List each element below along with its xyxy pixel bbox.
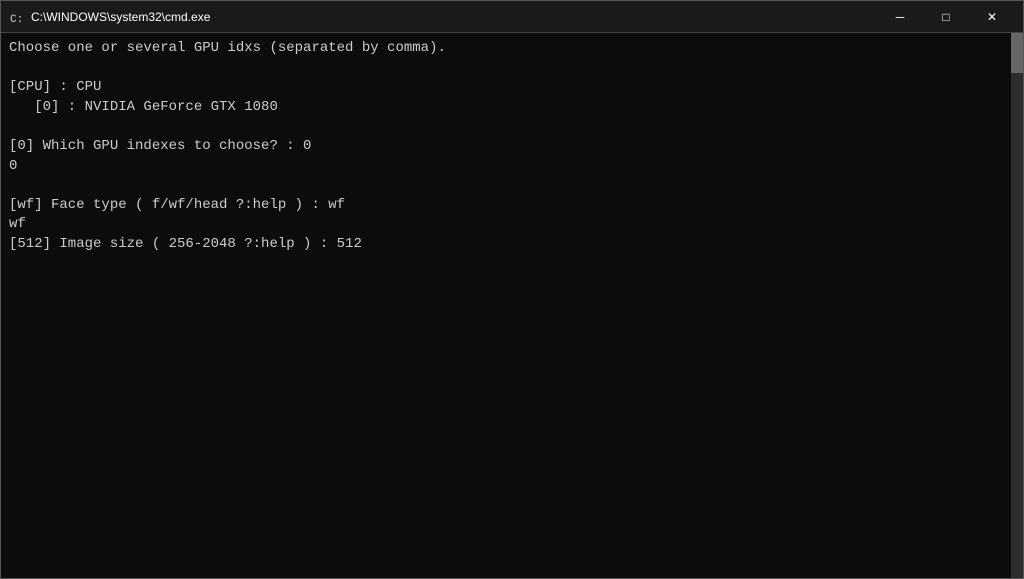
maximize-button[interactable]: □ [923, 1, 969, 33]
svg-text:C:: C: [10, 14, 23, 25]
title-bar: C: C:\WINDOWS\system32\cmd.exe ─ □ ✕ [1, 1, 1023, 33]
console-area: Choose one or several GPU idxs (separate… [1, 33, 1023, 578]
close-button[interactable]: ✕ [969, 1, 1015, 33]
window-title: C:\WINDOWS\system32\cmd.exe [31, 10, 877, 24]
cmd-icon: C: [9, 9, 25, 25]
cmd-window: C: C:\WINDOWS\system32\cmd.exe ─ □ ✕ Cho… [0, 0, 1024, 579]
console-output[interactable]: Choose one or several GPU idxs (separate… [1, 33, 1011, 578]
scrollbar[interactable] [1011, 33, 1023, 578]
scrollbar-thumb[interactable] [1011, 33, 1023, 73]
minimize-button[interactable]: ─ [877, 1, 923, 33]
window-controls: ─ □ ✕ [877, 1, 1015, 33]
